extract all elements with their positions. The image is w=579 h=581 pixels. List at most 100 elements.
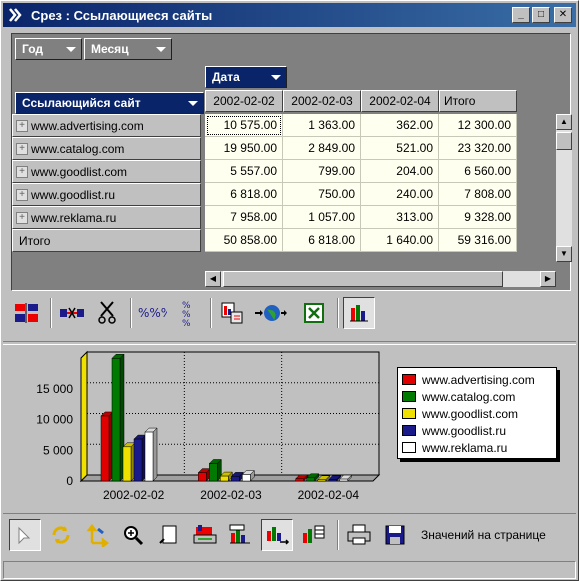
column-header-total[interactable]: Итого	[439, 90, 517, 112]
table-cell[interactable]: 6 560.00	[439, 160, 517, 183]
bar	[242, 474, 251, 482]
scroll-thumb[interactable]	[223, 271, 503, 287]
table-cell-total[interactable]: 6 818.00	[283, 229, 361, 252]
vertical-scrollbar[interactable]: ▲ ▼	[556, 114, 572, 262]
table-cell-total[interactable]: 1 640.00	[361, 229, 439, 252]
table-cell[interactable]: 7 958.00	[205, 206, 283, 229]
scroll-left-arrow-icon[interactable]: ◀	[205, 271, 221, 287]
printer-icon[interactable]	[343, 519, 375, 551]
title-bar[interactable]: Срез : Ссылающиеся сайты _ □ ✕	[3, 3, 576, 27]
table-cell[interactable]: 12 300.00	[439, 114, 517, 137]
chart-icon[interactable]	[343, 297, 375, 329]
table-cell[interactable]: 2 849.00	[283, 137, 361, 160]
x-tick-label: 2002-02-03	[200, 488, 262, 502]
pivot-toolbar: %%% %%%	[11, 293, 571, 333]
percent-vertical-icon[interactable]: %%%	[171, 297, 203, 329]
chart-options-icon[interactable]	[261, 518, 293, 551]
legend-swatch	[402, 391, 416, 402]
bar	[306, 477, 315, 482]
table-cell[interactable]: 1 363.00	[283, 114, 361, 137]
select-arrow-icon[interactable]	[9, 518, 41, 551]
table-cell[interactable]: 7 808.00	[439, 183, 517, 206]
bar	[295, 478, 304, 482]
move-icon[interactable]	[81, 519, 113, 551]
row-header[interactable]: + www.goodlist.com	[12, 160, 201, 183]
export-excel-icon[interactable]	[298, 297, 330, 329]
table-cell[interactable]: 799.00	[283, 160, 361, 183]
save-icon[interactable]	[379, 519, 411, 551]
row-header-label: www.goodlist.ru	[31, 187, 116, 202]
bar	[100, 415, 110, 482]
toolbar-separator	[337, 519, 339, 550]
zoom-icon[interactable]	[117, 519, 149, 551]
close-button[interactable]: ✕	[554, 7, 572, 23]
table-cell-total[interactable]: 50 858.00	[205, 229, 283, 252]
filter-field-month[interactable]: Месяц	[84, 38, 172, 60]
expand-icon[interactable]: +	[16, 165, 28, 178]
row-header[interactable]: + www.advertising.com	[12, 114, 201, 137]
x-tick-label: 2002-02-02	[103, 488, 165, 502]
column-field-date-label: Дата	[212, 70, 240, 84]
table-cell-total[interactable]: 59 316.00	[439, 229, 517, 252]
chart-bars-icon[interactable]	[225, 519, 257, 551]
row-header[interactable]: + www.catalog.com	[12, 137, 201, 160]
y-tick-label: 15 000	[36, 382, 73, 396]
table-cell[interactable]: 6 818.00	[205, 183, 283, 206]
chevron-down-icon	[271, 75, 281, 80]
expand-icon[interactable]: +	[16, 142, 28, 155]
scroll-right-arrow-icon[interactable]: ▶	[540, 271, 556, 287]
toolbar-separator	[50, 298, 52, 328]
print-preview-icon[interactable]	[189, 519, 221, 551]
legend-label: www.goodlist.ru	[422, 423, 507, 438]
pivot-table: Год Месяц Дата Ссылающийся сайт 2002-02-…	[11, 33, 572, 291]
row-header[interactable]: + www.reklama.ru	[12, 206, 201, 229]
expand-icon[interactable]: +	[16, 211, 28, 224]
pivot-layout-icon[interactable]	[11, 297, 43, 329]
row-header-total[interactable]: Итого	[12, 229, 201, 252]
table-cell[interactable]: 362.00	[361, 114, 439, 137]
chart-table-icon[interactable]	[297, 519, 329, 551]
table-cell[interactable]: 5 557.00	[205, 160, 283, 183]
copy-print-icon[interactable]	[216, 297, 248, 329]
toolbar-separator	[337, 298, 339, 328]
scroll-thumb[interactable]	[556, 132, 572, 150]
column-header[interactable]: 2002-02-04	[361, 90, 439, 112]
table-cell[interactable]: 23 320.00	[439, 137, 517, 160]
export-web-icon[interactable]	[251, 297, 295, 329]
legend-item: www.advertising.com	[402, 371, 552, 388]
y-tick-label: 5 000	[43, 443, 73, 457]
row-field-site[interactable]: Ссылающийся сайт	[15, 92, 204, 114]
bar	[111, 358, 121, 482]
expand-icon[interactable]: +	[16, 188, 28, 201]
values-per-page-label: Значений на странице	[421, 527, 546, 542]
table-cell[interactable]: 240.00	[361, 183, 439, 206]
table-cell[interactable]: 19 950.00	[205, 137, 283, 160]
table-cell[interactable]: 10 575.00	[205, 114, 283, 137]
minimize-button[interactable]: _	[512, 7, 530, 23]
percent-icon[interactable]: %%%	[136, 297, 168, 329]
table-cell[interactable]: 1 057.00	[283, 206, 361, 229]
horizontal-scrollbar[interactable]: ◀ ▶	[205, 271, 556, 287]
table-cell[interactable]: 313.00	[361, 206, 439, 229]
rotate-icon[interactable]	[45, 519, 77, 551]
toolbar-separator	[210, 298, 212, 328]
pane-splitter[interactable]	[3, 341, 576, 345]
table-cell[interactable]: 9 328.00	[439, 206, 517, 229]
page-icon[interactable]	[153, 519, 185, 551]
row-header[interactable]: + www.goodlist.ru	[12, 183, 201, 206]
column-header[interactable]: 2002-02-03	[283, 90, 361, 112]
hide-column-icon[interactable]	[56, 297, 88, 329]
bar	[328, 479, 337, 482]
filter-field-year[interactable]: Год	[15, 38, 82, 60]
table-cell[interactable]: 204.00	[361, 160, 439, 183]
expand-icon[interactable]: +	[16, 119, 28, 132]
cut-icon[interactable]	[91, 297, 123, 329]
table-cell[interactable]: 521.00	[361, 137, 439, 160]
scroll-down-arrow-icon[interactable]: ▼	[556, 246, 572, 262]
column-header[interactable]: 2002-02-02	[205, 90, 283, 112]
column-field-date[interactable]: Дата	[205, 66, 287, 88]
scroll-up-arrow-icon[interactable]: ▲	[556, 114, 572, 130]
table-cell[interactable]: 750.00	[283, 183, 361, 206]
window-title: Срез : Ссылающиеся сайты	[31, 7, 213, 23]
maximize-button[interactable]: □	[532, 7, 550, 23]
